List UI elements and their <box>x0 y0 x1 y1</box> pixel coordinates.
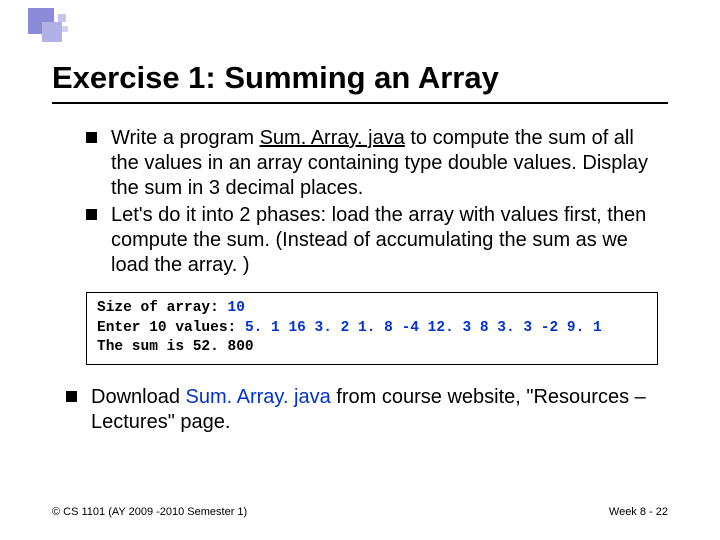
code-output-box: Size of array: 10 Enter 10 values: 5. 1 … <box>86 292 658 365</box>
bullet-text: Download Sum. Array. java from course we… <box>91 385 648 435</box>
bullet-text: Write a program Sum. Array. java to comp… <box>111 126 658 201</box>
code-label: Enter 10 values: <box>97 320 245 336</box>
bullet-icon <box>86 209 97 220</box>
footer-right: Week 8 - 22 <box>609 506 668 518</box>
corner-decoration <box>28 8 98 48</box>
bullet-icon <box>66 391 77 402</box>
text-run: Download <box>91 386 186 408</box>
bullet-item: Let's do it into 2 phases: load the arra… <box>86 203 658 278</box>
code-line: Enter 10 values: 5. 1 16 3. 2 1. 8 -4 12… <box>97 320 602 336</box>
code-input: 5. 1 16 3. 2 1. 8 -4 12. 3 8 3. 3 -2 9. … <box>245 320 602 336</box>
filename: Sum. Array. java <box>260 127 405 149</box>
code-line: Size of array: 10 <box>97 300 245 316</box>
filename-link: Sum. Array. java <box>186 386 331 408</box>
slide: Exercise 1: Summing an Array Write a pro… <box>0 0 720 435</box>
bullet-list-2: Download Sum. Array. java from course we… <box>52 385 668 435</box>
bullet-item: Download Sum. Array. java from course we… <box>66 385 648 435</box>
code-input: 10 <box>228 300 245 316</box>
code-label: Size of array: <box>97 300 228 316</box>
bullet-icon <box>86 132 97 143</box>
bullet-text: Let's do it into 2 phases: load the arra… <box>111 203 658 278</box>
bullet-item: Write a program Sum. Array. java to comp… <box>86 126 658 201</box>
footer-left: © CS 1101 (AY 2009 -2010 Semester 1) <box>52 506 247 518</box>
slide-title: Exercise 1: Summing an Array <box>52 34 668 104</box>
code-line: The sum is 52. 800 <box>97 339 254 355</box>
bullet-list: Write a program Sum. Array. java to comp… <box>52 126 668 278</box>
text-run: Write a program <box>111 127 260 149</box>
footer: © CS 1101 (AY 2009 -2010 Semester 1) Wee… <box>52 506 668 518</box>
